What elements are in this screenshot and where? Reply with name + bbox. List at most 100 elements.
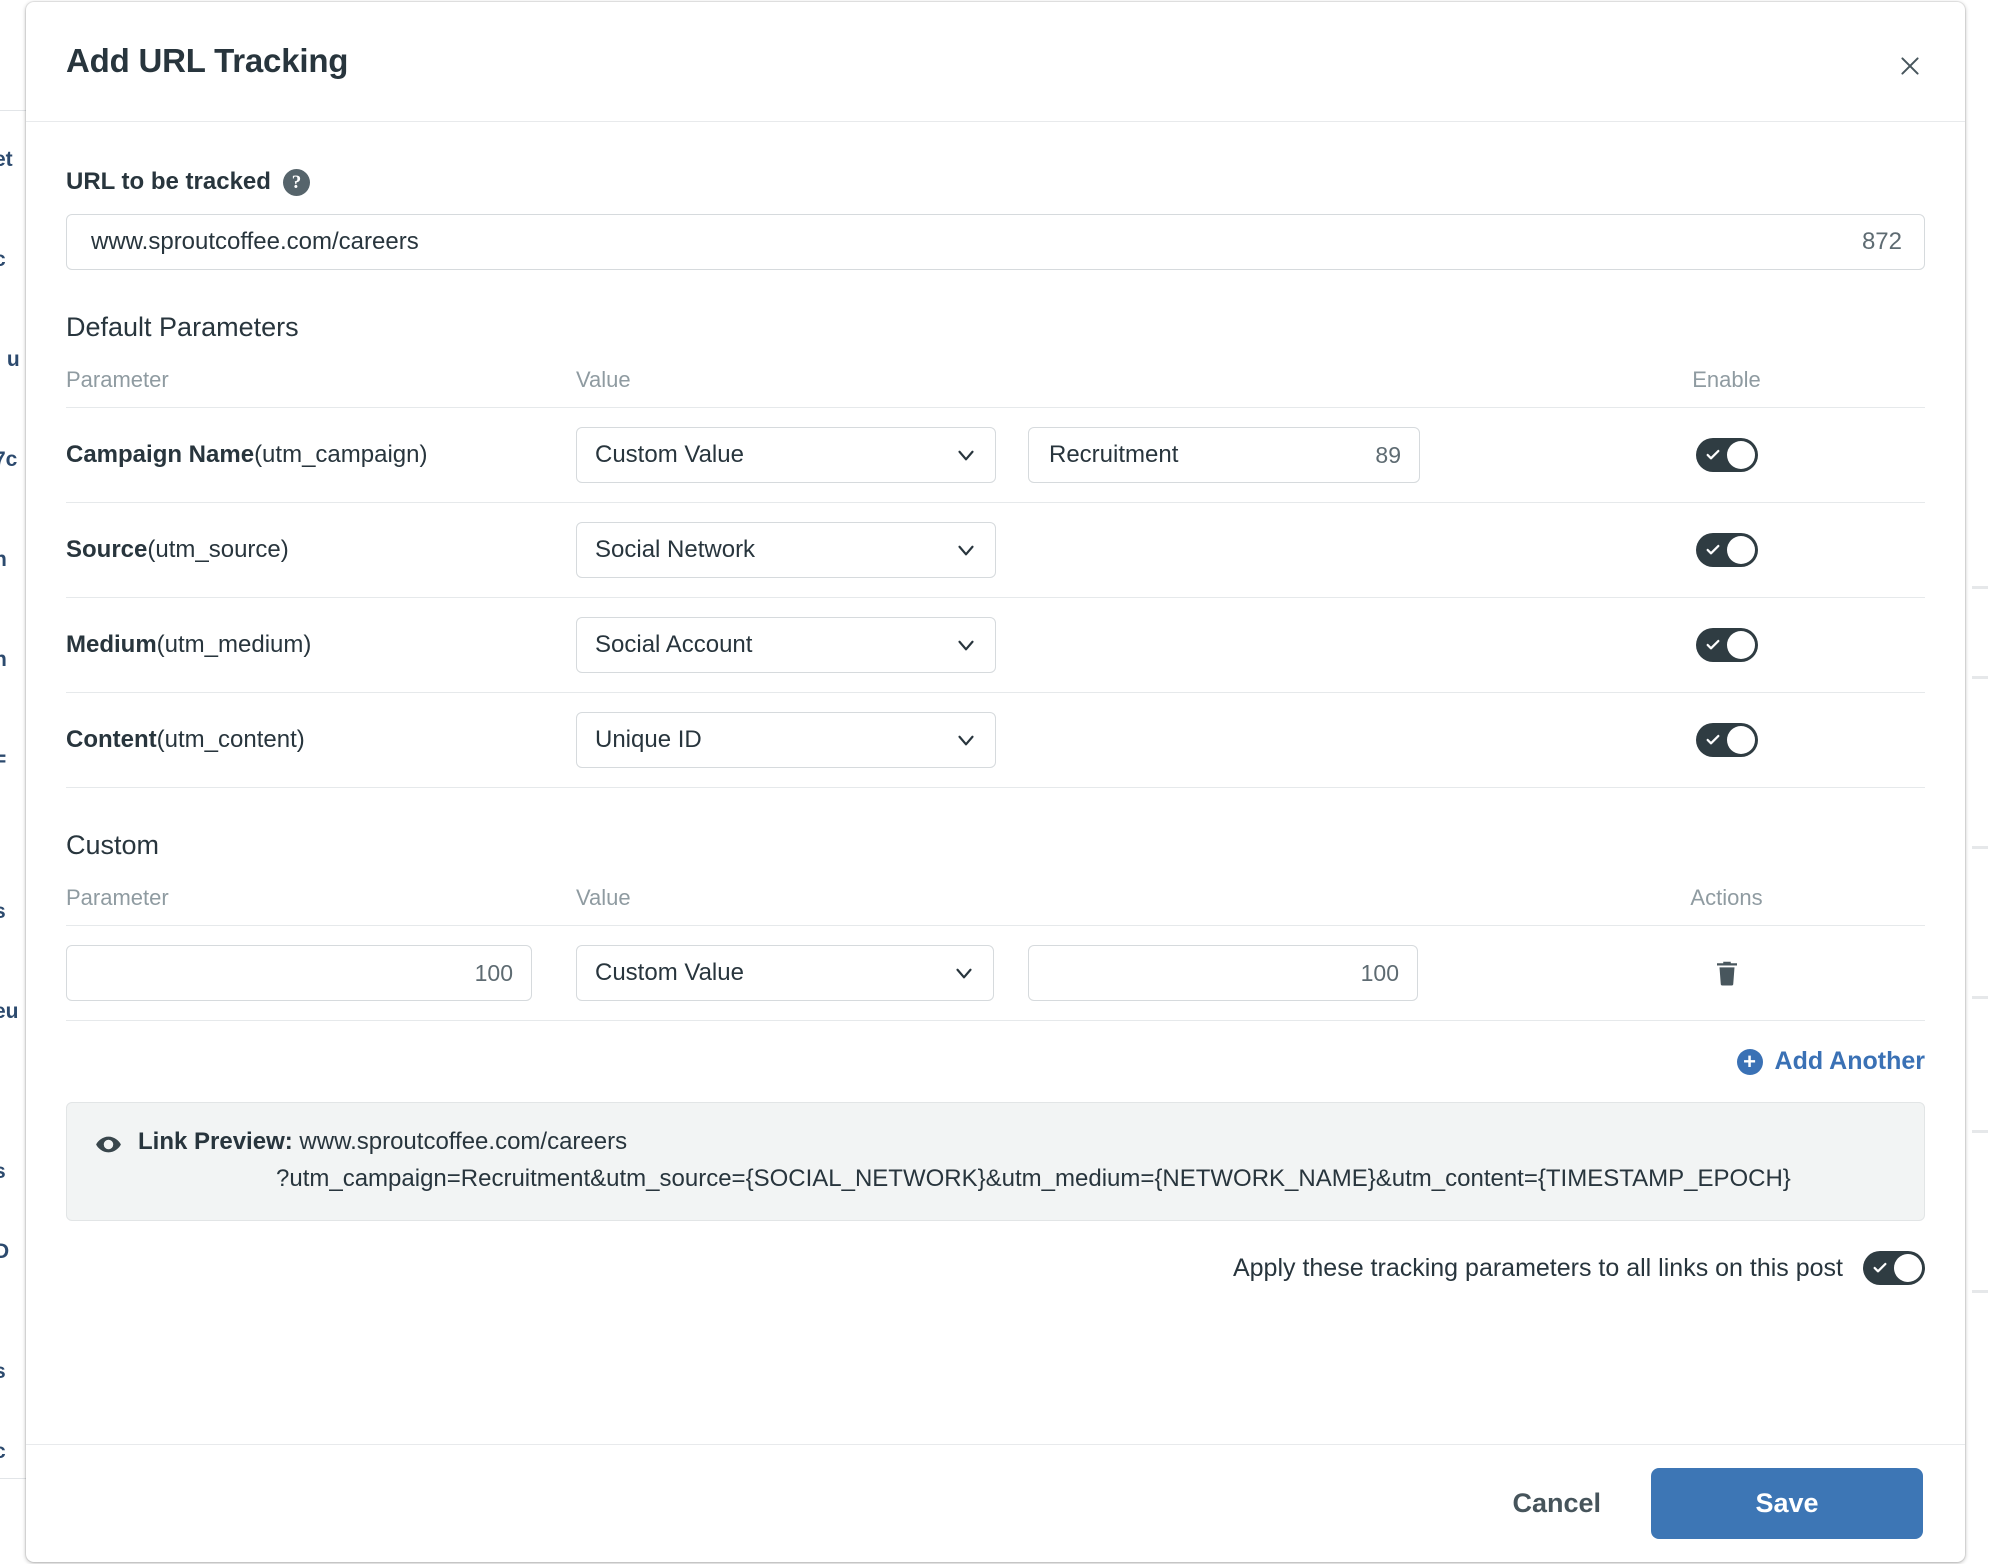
background-text-fragment: =: [0, 748, 6, 772]
background-text-fragment: eu: [0, 1000, 19, 1024]
campaign-custom-char-count: 89: [1375, 442, 1401, 469]
background-text-fragment: 7c: [0, 448, 17, 472]
help-icon[interactable]: ?: [283, 169, 310, 196]
check-icon: [1705, 637, 1721, 653]
plus-circle-icon: +: [1737, 1049, 1763, 1075]
param-label: Content: [66, 726, 157, 753]
toggle-enable-medium[interactable]: [1696, 628, 1758, 662]
cancel-button[interactable]: Cancel: [1506, 1478, 1607, 1529]
table-row: Content(utm_content) Unique ID: [66, 693, 1925, 788]
chevron-down-icon: [953, 442, 979, 468]
add-another-row: + Add Another: [66, 1047, 1925, 1076]
save-button[interactable]: Save: [1651, 1468, 1923, 1539]
header-parameter: Parameter: [66, 367, 576, 393]
toggle-enable-content[interactable]: [1696, 723, 1758, 757]
check-icon: [1705, 732, 1721, 748]
background-tick: [1972, 1130, 1988, 1133]
param-enable-cell: [1528, 628, 1925, 662]
check-icon: [1872, 1260, 1888, 1276]
background-divider-top: [0, 110, 26, 111]
param-custom-cell: 89: [1028, 427, 1528, 483]
custom-parameters-table: Parameter Value Actions 100 Custom Value: [66, 885, 1925, 1076]
background-text-fragment: s: [0, 1160, 6, 1184]
close-icon[interactable]: [1891, 47, 1929, 85]
table-row: Source(utm_source) Social Network: [66, 503, 1925, 598]
background-text-fragment: s: [0, 900, 6, 924]
custom-value-input-wrapper[interactable]: 100: [1028, 945, 1418, 1001]
param-value-cell: Social Network: [576, 522, 1028, 578]
link-preview-label: Link Preview:: [138, 1128, 293, 1155]
background-text-fragment: n: [0, 648, 7, 672]
default-parameters-table-header: Parameter Value Enable: [66, 367, 1925, 408]
add-another-label: Add Another: [1775, 1047, 1925, 1076]
background-text-fragment: c: [0, 1440, 6, 1464]
background-divider-bottom: [0, 1478, 26, 1479]
content-value-type-select[interactable]: Unique ID: [576, 712, 996, 768]
background-text-fragment: : u: [0, 348, 20, 372]
custom-param-char-count: 100: [475, 960, 513, 987]
custom-value-char-count: 100: [1361, 960, 1399, 987]
campaign-custom-value-wrapper[interactable]: 89: [1028, 427, 1420, 483]
toggle-enable-campaign[interactable]: [1696, 438, 1758, 472]
param-key: (utm_source): [147, 536, 288, 563]
source-value-type-select[interactable]: Social Network: [576, 522, 996, 578]
chevron-down-icon: [953, 537, 979, 563]
medium-value-type-select[interactable]: Social Account: [576, 617, 996, 673]
custom-param-cell: 100: [66, 945, 576, 1001]
param-name-content: Content(utm_content): [66, 726, 576, 754]
custom-param-input-wrapper[interactable]: 100: [66, 945, 532, 1001]
dialog-body: URL to be tracked ? 872 Default Paramete…: [26, 122, 1965, 1444]
check-icon: [1705, 542, 1721, 558]
chevron-down-icon: [953, 727, 979, 753]
background-tick: [1972, 1290, 1988, 1293]
default-parameters-table: Parameter Value Enable Campaign Name(utm…: [66, 367, 1925, 788]
link-preview-panel: Link Preview: www.sproutcoffee.com/caree…: [66, 1102, 1925, 1221]
campaign-value-type-select[interactable]: Custom Value: [576, 427, 996, 483]
url-field-label: URL to be tracked: [66, 168, 271, 196]
toggle-apply-all-links[interactable]: [1863, 1251, 1925, 1285]
dialog-title: Add URL Tracking: [66, 42, 348, 80]
table-row: Medium(utm_medium) Social Account: [66, 598, 1925, 693]
campaign-custom-value-input[interactable]: [1047, 440, 1365, 470]
header-custom-parameter: Parameter: [66, 885, 576, 911]
url-input[interactable]: [89, 227, 1846, 257]
background-text-fragment: c: [0, 248, 6, 272]
param-label: Medium: [66, 631, 157, 658]
select-label: Custom Value: [595, 441, 744, 469]
background-tick: [1972, 996, 1988, 999]
toggle-knob: [1727, 441, 1755, 469]
apply-all-links-row: Apply these tracking parameters to all l…: [66, 1251, 1925, 1285]
header-enable: Enable: [1528, 367, 1925, 393]
param-label: Source: [66, 536, 147, 563]
param-value-cell: Unique ID: [576, 712, 1028, 768]
background-text-fragment: s: [0, 1360, 6, 1384]
custom-value-cell: 100: [1028, 945, 1528, 1001]
param-label: Campaign Name: [66, 441, 254, 468]
param-enable-cell: [1528, 723, 1925, 757]
param-key: (utm_campaign): [254, 441, 427, 468]
chevron-down-icon: [953, 632, 979, 658]
background-text-fragment: n: [0, 548, 7, 572]
toggle-knob: [1894, 1254, 1922, 1282]
toggle-knob: [1727, 536, 1755, 564]
background-tick: [1972, 676, 1988, 679]
add-url-tracking-dialog: Add URL Tracking URL to be tracked ? 872…: [26, 2, 1965, 1562]
url-input-wrapper[interactable]: 872: [66, 214, 1925, 270]
param-key: (utm_medium): [157, 631, 312, 658]
link-preview-text: Link Preview: www.sproutcoffee.com/caree…: [138, 1127, 1791, 1194]
param-value-cell: Social Account: [576, 617, 1028, 673]
custom-actions-cell: [1528, 951, 1925, 995]
param-enable-cell: [1528, 533, 1925, 567]
toggle-knob: [1727, 726, 1755, 754]
table-row: Campaign Name(utm_campaign) Custom Value…: [66, 408, 1925, 503]
param-name-source: Source(utm_source): [66, 536, 576, 564]
custom-value-type-select[interactable]: Custom Value: [576, 945, 994, 1001]
param-value-cell: Custom Value: [576, 427, 1028, 483]
param-name-medium: Medium(utm_medium): [66, 631, 576, 659]
add-another-button[interactable]: + Add Another: [1737, 1047, 1925, 1076]
background-text-fragment: et: [0, 148, 13, 172]
select-label: Unique ID: [595, 726, 702, 754]
trash-icon[interactable]: [1705, 951, 1749, 995]
header-value: Value: [576, 367, 1028, 393]
toggle-enable-source[interactable]: [1696, 533, 1758, 567]
